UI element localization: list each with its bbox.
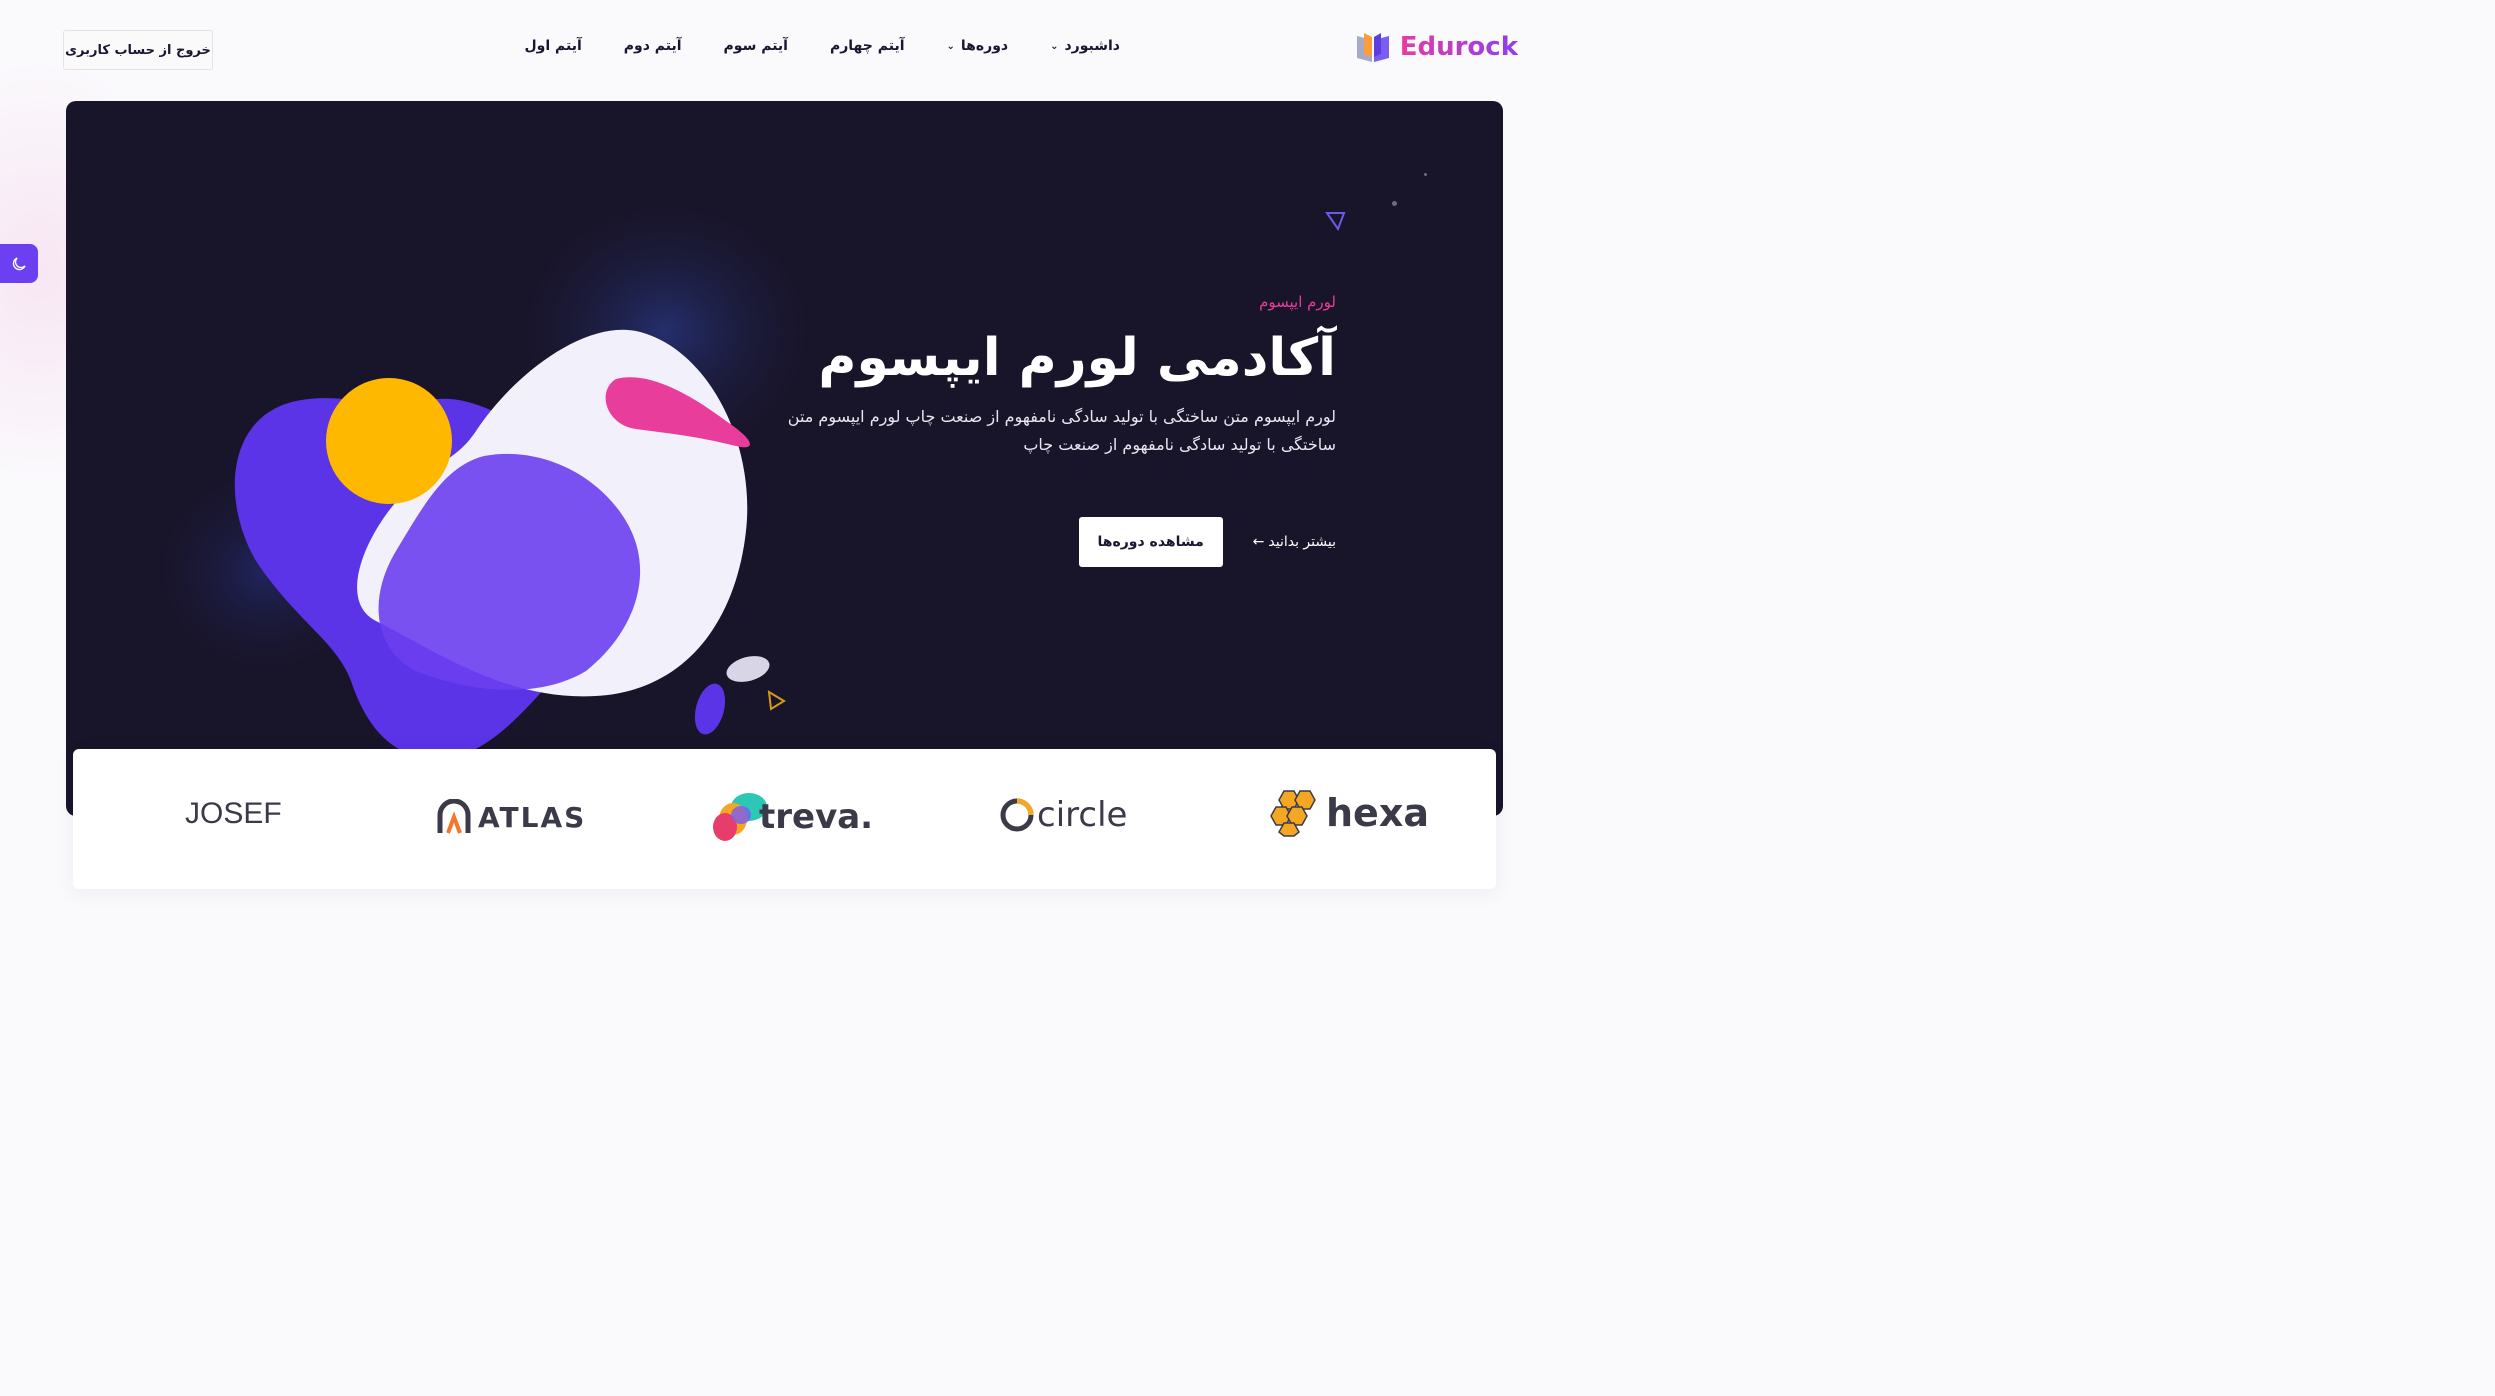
- hero-illustration: [166, 201, 806, 759]
- nav-item-first[interactable]: آیتم اول: [524, 38, 581, 54]
- nav-label: آیتم سوم: [723, 38, 788, 54]
- brand-hexa: hexa: [1270, 789, 1429, 837]
- site-header: Edurock آیتم اول آیتم دوم آیتم سوم آیتم …: [0, 0, 1568, 100]
- hero-eyebrow: لورم ایپسوم: [1259, 293, 1336, 311]
- brand-circle: circle: [999, 795, 1127, 835]
- hero-section: لورم ایپسوم آکادمی لورم ایپسوم لورم ایپس…: [66, 101, 1503, 816]
- nav-label: دوره‌ها: [960, 38, 1009, 54]
- brand-josef: JOSEF: [185, 797, 282, 831]
- brands-strip: hexa circle treva. ATLAS JOSEF: [73, 749, 1496, 889]
- chevron-down-icon: ⌄: [946, 40, 955, 52]
- small-purple-drop: [694, 683, 726, 735]
- triangle-outline-icon: [1325, 212, 1346, 232]
- nav-label: آیتم دوم: [623, 38, 682, 54]
- brand-atlas: ATLAS: [436, 799, 586, 835]
- book-logo-icon: [1356, 33, 1389, 62]
- nav-item-third[interactable]: آیتم سوم: [724, 38, 788, 54]
- site-logo[interactable]: Edurock: [1354, 30, 1518, 64]
- nav-item-courses[interactable]: دوره‌ها ⌄: [947, 38, 1009, 54]
- brand-treva: treva.: [711, 789, 873, 845]
- yellow-circle-shape: [326, 378, 452, 504]
- brand-name: treva.: [759, 797, 874, 837]
- nav-label: آیتم چهارم: [829, 38, 905, 54]
- hero-headline: آکادمی لورم ایپسوم: [818, 328, 1336, 388]
- brand-name: circle: [1037, 795, 1128, 835]
- logout-button[interactable]: خروج از حساب کاربری: [63, 30, 213, 70]
- hero-description: لورم ایپسوم متن ساختگی با تولید سادگی نا…: [787, 407, 1336, 455]
- moon-icon: [12, 256, 26, 270]
- small-white-drop: [726, 656, 770, 682]
- dark-mode-toggle[interactable]: [0, 244, 38, 283]
- nav-label: داشبورد: [1064, 38, 1121, 54]
- chevron-down-icon: ⌄: [1050, 40, 1059, 52]
- triangle-outline-icon: [767, 690, 786, 711]
- brand-name: hexa: [1326, 791, 1429, 835]
- main-nav: آیتم اول آیتم دوم آیتم سوم آیتم چهارم دو…: [524, 38, 1120, 54]
- decor-dot: [1424, 173, 1427, 176]
- brand-name: JOSEF: [185, 797, 282, 830]
- nav-item-second[interactable]: آیتم دوم: [624, 38, 682, 54]
- brand-name: ATLAS: [478, 800, 587, 834]
- learn-more-label: بیشتر بدانید: [1268, 534, 1336, 550]
- nav-label: آیتم اول: [524, 38, 582, 54]
- atlas-arch-icon: [437, 799, 471, 834]
- nav-item-dashboard[interactable]: داشبورد ⌄: [1050, 38, 1120, 54]
- hero-text-block: لورم ایپسوم آکادمی لورم ایپسوم لورم ایپس…: [776, 293, 1336, 459]
- learn-more-link[interactable]: بیشتر بدانید ←: [1253, 534, 1336, 550]
- hexagon-cluster-icon: [1270, 790, 1316, 837]
- hero-cta-row: مشاهده دوره‌ها بیشتر بدانید ←: [1078, 517, 1336, 567]
- logo-text: Edurock: [1399, 32, 1518, 62]
- circle-ring-icon: [1000, 798, 1034, 832]
- view-courses-button[interactable]: مشاهده دوره‌ها: [1078, 517, 1223, 567]
- decor-dot: [1392, 201, 1397, 206]
- nav-item-fourth[interactable]: آیتم چهارم: [830, 38, 905, 54]
- arrow-left-icon: ←: [1252, 534, 1265, 550]
